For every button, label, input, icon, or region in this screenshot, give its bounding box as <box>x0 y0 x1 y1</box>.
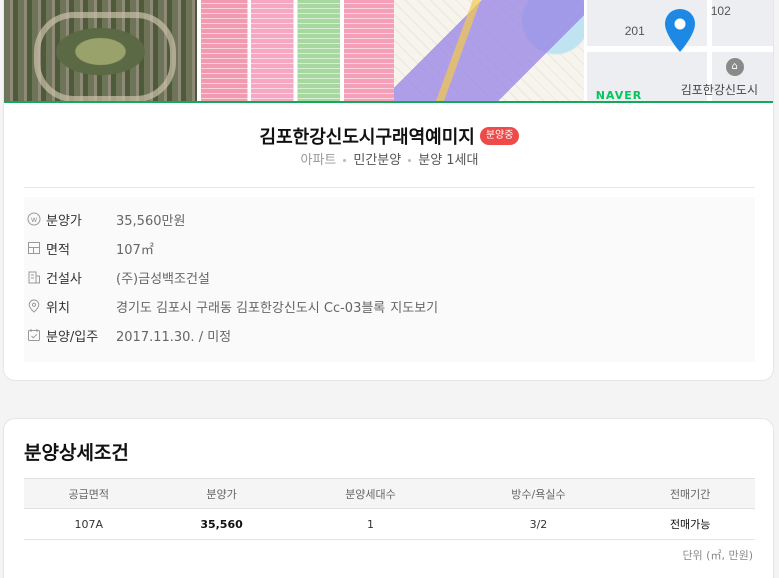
column-header: 분양세대수 <box>289 478 452 509</box>
location-map[interactable]: 201 102 ⌂ 김포한강신도시 NAVER <box>586 0 773 103</box>
info-key: 건설사 <box>46 271 82 287</box>
info-row-price: w 분양가 35,560만원 <box>24 209 185 229</box>
site-map-image[interactable] <box>394 0 584 103</box>
building-icon <box>27 270 41 284</box>
info-row-schedule: 분양/입주 2017.11.30. / 미정 <box>24 325 231 345</box>
info-row-location: 위치 경기도 김포시 구래동 김포한강신도시 Cc-03블록 지도보기 <box>24 296 438 316</box>
info-value: 경기도 김포시 구래동 김포한강신도시 Cc-03블록 <box>116 300 386 316</box>
section-divider <box>24 187 755 188</box>
accent-divider <box>4 101 773 103</box>
info-panel: w 분양가 35,560만원 면적 107㎡ 건설사 (주)금성백조건설 위치 … <box>24 197 755 362</box>
map-pin-icon <box>664 9 695 52</box>
listing-title-row: 김포한강신도시구래역예미지 분양중 <box>4 123 773 149</box>
listing-title: 김포한강신도시구래역예미지 <box>259 127 475 148</box>
separator-dot <box>343 159 347 162</box>
sale-detail-card: 분양상세조건 공급면적 분양가 분양세대수 방수/욕실수 전매기간 107A 3… <box>3 418 774 578</box>
column-header: 전매기간 <box>625 478 755 509</box>
info-value: 107㎡ <box>116 242 154 258</box>
info-row-builder: 건설사 (주)금성백조건설 <box>24 267 210 287</box>
photo-strip[interactable]: 201 102 ⌂ 김포한강신도시 NAVER <box>4 0 773 103</box>
table-cell: 전매가능 <box>625 508 755 540</box>
column-header: 공급면적 <box>24 478 154 509</box>
info-key: 위치 <box>46 300 70 316</box>
info-row-area: 면적 107㎡ <box>24 238 154 258</box>
won-icon: w <box>27 212 41 226</box>
info-value: 35,560만원 <box>116 213 186 229</box>
map-view-link[interactable]: 지도보기 <box>390 297 438 316</box>
listing-subtitle: 아파트 민간분양 분양 1세대 <box>4 149 773 168</box>
calendar-check-icon <box>27 328 41 342</box>
table-row: 107A 35,560 1 3/2 전매가능 <box>24 508 755 540</box>
status-badge: 분양중 <box>479 127 520 145</box>
separator-dot <box>408 159 412 162</box>
column-header: 방수/욕실수 <box>451 478 626 509</box>
location-pin-icon <box>27 299 41 313</box>
svg-text:w: w <box>31 215 38 224</box>
table-cell: 107A <box>24 508 154 540</box>
info-value: 2017.11.30. / 미정 <box>116 329 232 345</box>
map-label-102: 102 <box>710 4 731 18</box>
map-place-label: 김포한강신도시 <box>680 83 758 97</box>
info-key: 분양가 <box>46 213 82 229</box>
poi-icon: ⌂ <box>725 58 744 76</box>
column-header: 분양가 <box>153 478 290 509</box>
table-cell: 1 <box>289 508 452 540</box>
household-count: 분양 1세대 <box>418 153 479 168</box>
info-key: 분양/입주 <box>46 329 99 345</box>
map-label-201: 201 <box>624 24 645 38</box>
table-header-row: 공급면적 분양가 분양세대수 방수/욕실수 전매기간 <box>24 478 755 509</box>
info-key: 면적 <box>46 242 70 258</box>
table-cell: 35,560 <box>153 508 290 540</box>
aerial-photo[interactable] <box>4 0 198 103</box>
section-title: 분양상세조건 <box>24 442 129 464</box>
unit-note: 단위 (㎡, 만원) <box>682 549 753 562</box>
sale-detail-table: 공급면적 분양가 분양세대수 방수/욕실수 전매기간 107A 35,560 1… <box>24 478 755 540</box>
area-icon <box>27 241 41 255</box>
property-type: 아파트 <box>300 153 337 168</box>
sale-type: 민간분양 <box>353 153 402 168</box>
floor-plan-chart-image[interactable] <box>201 0 395 103</box>
table-cell: 3/2 <box>451 508 626 540</box>
info-value: (주)금성백조건설 <box>116 271 210 287</box>
listing-summary-card: 201 102 ⌂ 김포한강신도시 NAVER 김포한강신도시구래역예미지 분양중… <box>3 0 774 381</box>
